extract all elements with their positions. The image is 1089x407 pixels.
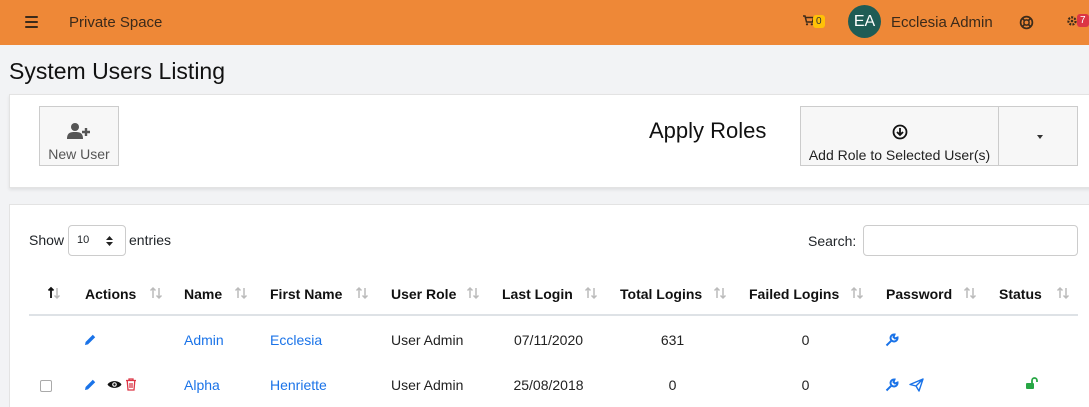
row-select-checkbox[interactable] [40,380,52,392]
page-title: System Users Listing [9,58,226,84]
add-user-icon [67,123,90,139]
search-label: Search: [808,233,857,249]
new-user-button[interactable]: New User [39,106,119,166]
column-header-last-login[interactable]: Last Login [502,286,573,302]
column-header-status[interactable]: Status [999,286,1042,302]
sort-arrows-icon[interactable] [850,286,864,300]
last-login: 25/08/2018 [513,377,584,393]
circle-arrow-down-icon [892,124,907,140]
add-role-label: Add Role to Selected User(s) [808,147,991,163]
settings-count-badge: 7 [1077,14,1089,27]
sort-arrows-icon[interactable] [963,286,977,300]
total-logins: 0 [668,377,677,393]
failed-logins: 0 [801,377,810,393]
sort-select-column-icon[interactable] [47,286,61,300]
cart-count-badge: 0 [813,15,825,28]
view-eye-icon[interactable] [107,379,122,390]
user-role: User Admin [391,332,464,348]
send-paper-plane-icon[interactable] [909,378,924,392]
user-first-name-link[interactable]: Ecclesia [270,332,322,348]
column-header-first-name[interactable]: First Name [270,286,342,302]
column-header-failed-logins[interactable]: Failed Logins [749,286,839,302]
new-user-label: New User [48,146,110,162]
reset-password-wrench-icon[interactable] [885,378,899,392]
user-role: User Admin [391,377,464,393]
last-login: 07/11/2020 [513,332,584,348]
user-menu[interactable]: Ecclesia Admin [891,14,993,31]
sort-arrows-icon[interactable] [355,286,369,300]
show-label: Show [29,232,65,248]
user-first-name-link[interactable]: Henriette [270,377,327,393]
edit-pencil-icon[interactable] [84,378,97,391]
reset-password-wrench-icon[interactable] [885,333,899,347]
delete-trash-icon[interactable] [125,378,137,391]
sort-arrows-icon[interactable] [584,286,598,300]
avatar[interactable]: EA [848,5,881,38]
entries-value: 10 [77,234,90,246]
sort-arrows-icon[interactable] [1056,286,1070,300]
search-input[interactable] [863,225,1078,256]
edit-pencil-icon[interactable] [84,333,97,346]
sort-arrows-icon[interactable] [149,286,163,300]
sort-arrows-icon[interactable] [466,286,480,300]
select-arrows-icon [106,236,113,246]
column-header-password[interactable]: Password [886,286,952,302]
add-role-button[interactable]: Add Role to Selected User(s) [800,106,999,166]
unlock-icon[interactable] [1025,377,1039,390]
brand-title[interactable]: Private Space [69,14,162,31]
user-name-link[interactable]: Alpha [184,377,220,393]
caret-down-icon [1037,135,1043,139]
help-lifering-icon[interactable] [1019,15,1034,30]
total-logins: 631 [660,332,685,348]
column-header-name[interactable]: Name [184,286,222,302]
user-name-link[interactable]: Admin [184,332,224,348]
sort-arrows-icon[interactable] [234,286,248,300]
entries-label: entries [129,232,172,248]
table-header-divider [29,314,1078,316]
add-role-dropdown-toggle[interactable] [998,106,1078,166]
entries-select[interactable]: 10 [68,225,126,256]
menu-icon[interactable] [25,16,38,28]
failed-logins: 0 [801,332,810,348]
column-header-total-logins[interactable]: Total Logins [620,286,702,302]
apply-roles-title: Apply Roles [649,118,767,143]
column-header-user-role[interactable]: User Role [391,286,456,302]
column-header-actions[interactable]: Actions [85,286,136,302]
sort-arrows-icon[interactable] [713,286,727,300]
